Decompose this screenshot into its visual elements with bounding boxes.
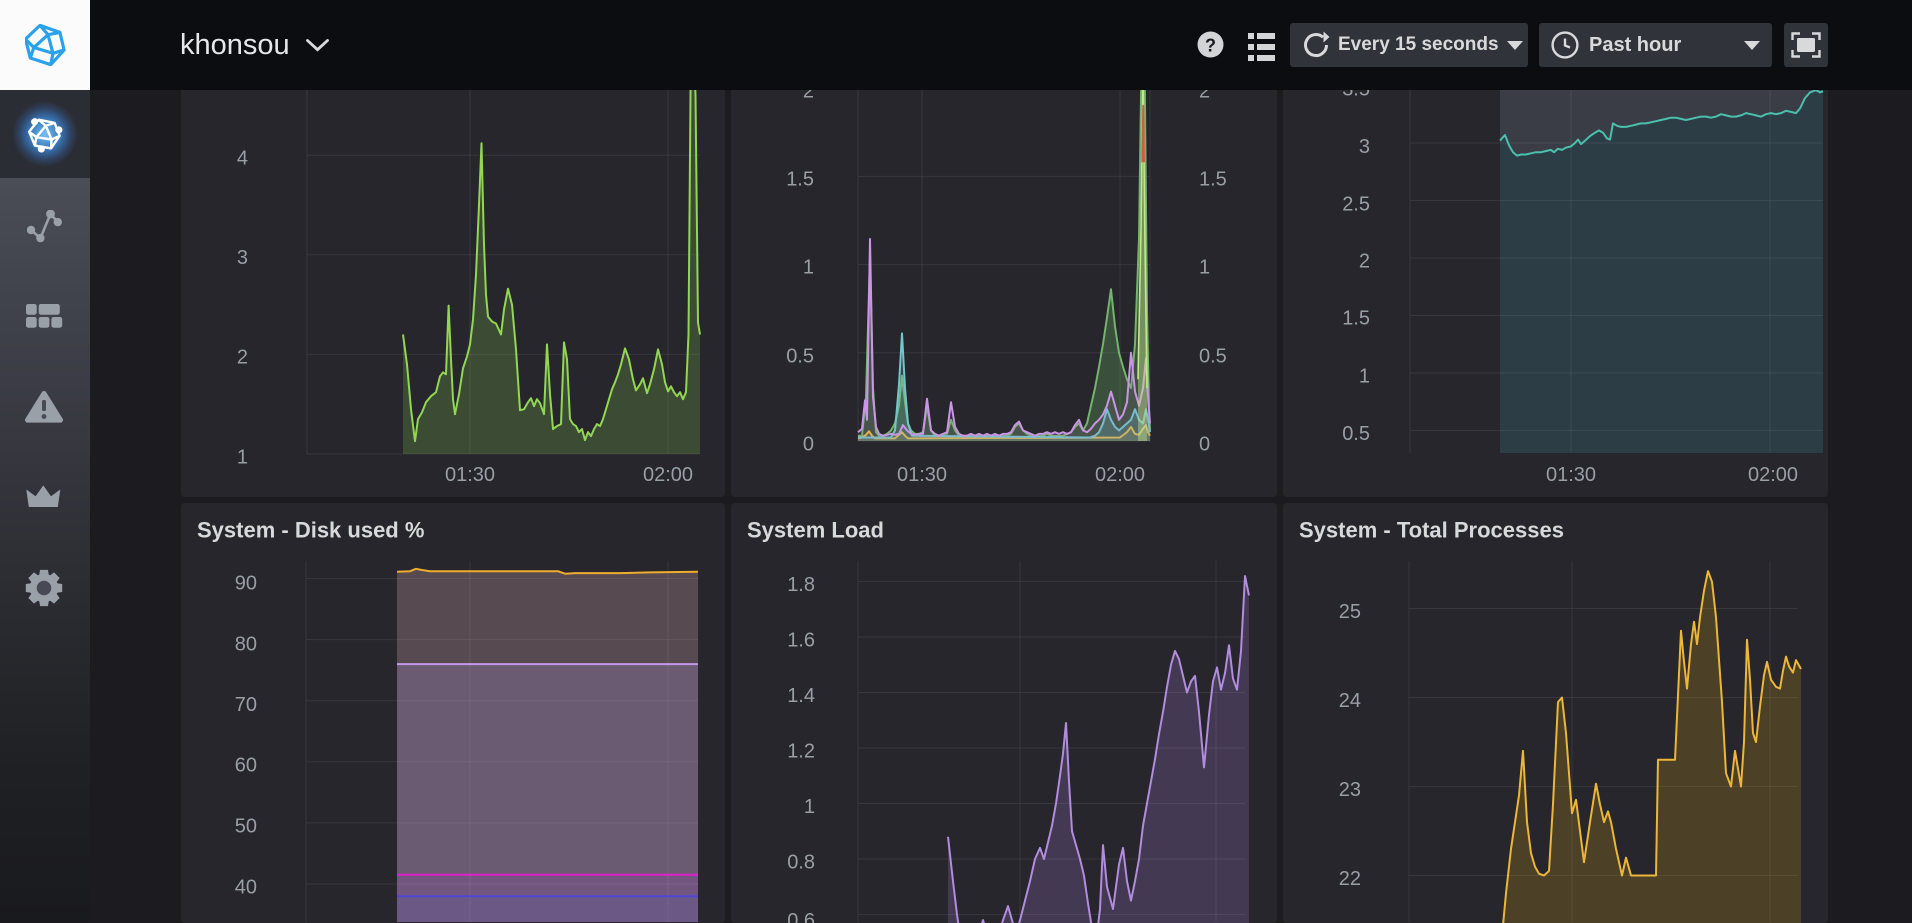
svg-text:01:30: 01:30 xyxy=(1546,464,1596,486)
svg-text:System - Disk used %: System - Disk used % xyxy=(197,518,424,543)
svg-text:0: 0 xyxy=(803,434,814,456)
svg-text:0: 0 xyxy=(1199,434,1210,456)
svg-text:0.5: 0.5 xyxy=(1199,346,1227,368)
svg-text:1.6: 1.6 xyxy=(787,630,815,652)
svg-text:90: 90 xyxy=(235,573,257,595)
svg-text:1.8: 1.8 xyxy=(787,574,815,596)
svg-text:01:30: 01:30 xyxy=(897,464,947,486)
svg-text:1.2: 1.2 xyxy=(787,741,815,763)
svg-text:System - Total Processes: System - Total Processes xyxy=(1299,518,1564,543)
svg-text:0.5: 0.5 xyxy=(786,346,814,368)
svg-text:1: 1 xyxy=(804,796,815,818)
svg-text:22: 22 xyxy=(1339,868,1361,890)
svg-text:1: 1 xyxy=(237,447,248,469)
svg-text:2: 2 xyxy=(237,347,248,369)
svg-text:24: 24 xyxy=(1339,690,1361,712)
svg-text:2: 2 xyxy=(1359,251,1370,273)
svg-text:23: 23 xyxy=(1339,779,1361,801)
svg-text:2.5: 2.5 xyxy=(1342,194,1370,216)
svg-text:01:30: 01:30 xyxy=(445,464,495,486)
svg-text:25: 25 xyxy=(1339,601,1361,623)
svg-text:1: 1 xyxy=(1359,366,1370,388)
svg-text:02:00: 02:00 xyxy=(1095,464,1145,486)
svg-text:1.4: 1.4 xyxy=(787,685,815,707)
svg-text:0.8: 0.8 xyxy=(787,852,815,874)
svg-text:System Load: System Load xyxy=(747,518,884,543)
svg-text:70: 70 xyxy=(235,694,257,716)
svg-text:0.5: 0.5 xyxy=(1342,423,1370,445)
svg-text:1.5: 1.5 xyxy=(1342,308,1370,330)
svg-text:02:00: 02:00 xyxy=(643,464,693,486)
svg-text:50: 50 xyxy=(235,816,257,838)
svg-text:02:00: 02:00 xyxy=(1748,464,1798,486)
svg-text:60: 60 xyxy=(235,755,257,777)
svg-text:?: ? xyxy=(1205,36,1216,56)
svg-text:0.6: 0.6 xyxy=(787,910,815,923)
svg-text:3: 3 xyxy=(237,247,248,269)
svg-text:80: 80 xyxy=(235,634,257,656)
svg-text:1.5: 1.5 xyxy=(786,169,814,191)
svg-text:1: 1 xyxy=(803,257,814,279)
svg-text:1.5: 1.5 xyxy=(1199,169,1227,191)
svg-text:1: 1 xyxy=(1199,257,1210,279)
svg-text:4: 4 xyxy=(237,148,248,170)
svg-text:40: 40 xyxy=(235,877,257,899)
svg-text:3: 3 xyxy=(1359,136,1370,158)
